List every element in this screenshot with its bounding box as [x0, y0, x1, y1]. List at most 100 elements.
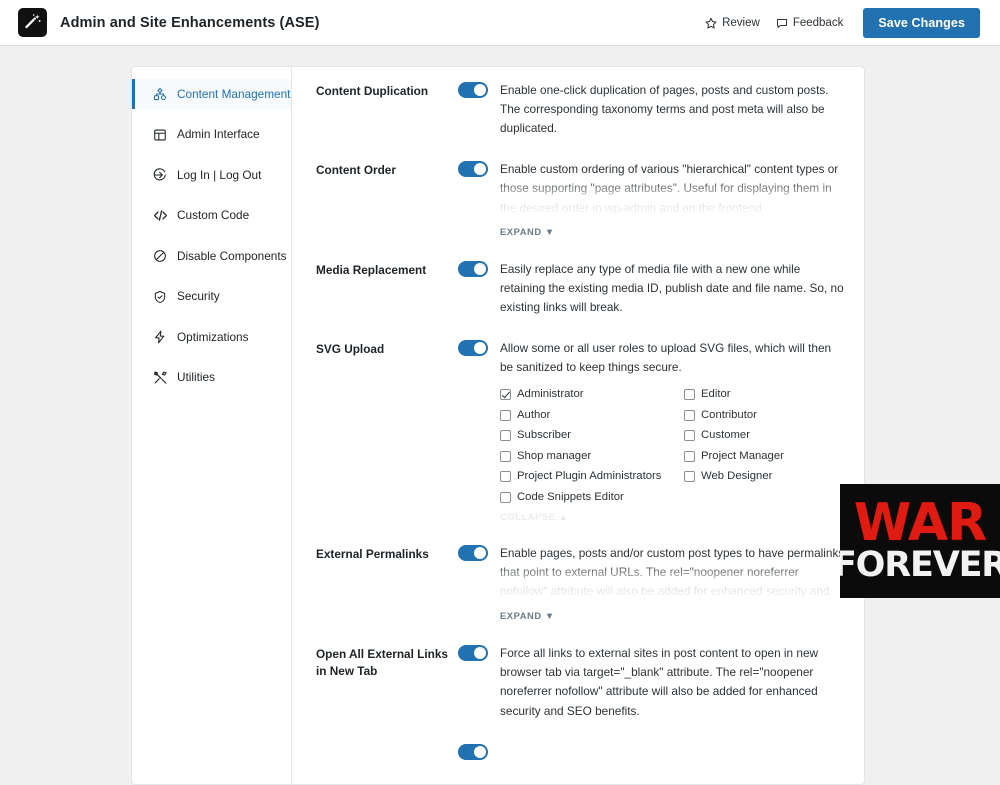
- settings-list: Content Duplication Enable one-click dup…: [292, 67, 864, 784]
- setting-label: Media Replacement: [316, 262, 427, 277]
- sidebar-item-label: Optimizations: [177, 329, 249, 344]
- role-label: Subscriber: [517, 429, 571, 442]
- role-checkbox-shop-manager[interactable]: Shop manager: [500, 448, 684, 466]
- role-checkbox-author[interactable]: Author: [500, 407, 684, 425]
- setting-description: Enable pages, posts and/or custom post t…: [500, 544, 846, 603]
- expand-link-external-permalinks[interactable]: EXPAND ▼: [500, 610, 555, 621]
- checkbox-icon[interactable]: [684, 409, 695, 421]
- checkbox-icon[interactable]: [500, 409, 511, 421]
- role-label: Project Plugin Administrators: [517, 470, 662, 483]
- setting-row-content-duplication: Content Duplication Enable one-click dup…: [316, 81, 846, 138]
- role-label: Shop manager: [517, 449, 592, 462]
- collapse-link-svg-upload[interactable]: COLLAPSE ▲: [500, 511, 846, 522]
- sidebar-item-custom-code[interactable]: Custom Code: [132, 201, 291, 231]
- role-checkbox-project-plugin-administrators[interactable]: Project Plugin Administrators: [500, 468, 684, 486]
- settings-card: Content Management Admin Interface Log I…: [131, 66, 865, 785]
- sidebar-item-label: Log In | Log Out: [177, 167, 262, 182]
- role-checkbox-customer[interactable]: Customer: [684, 427, 846, 445]
- expand-link-content-order[interactable]: EXPAND ▼: [500, 226, 555, 237]
- review-link[interactable]: Review: [705, 17, 760, 29]
- role-checkbox-web-designer[interactable]: Web Designer: [684, 468, 846, 486]
- setting-label: Open All External Links in New Tab: [316, 647, 448, 679]
- page-body: Content Management Admin Interface Log I…: [0, 46, 1000, 785]
- toggle-open-external-links-new-tab[interactable]: [458, 645, 488, 662]
- toggle-partial[interactable]: [458, 743, 488, 760]
- toggle-content-duplication[interactable]: [458, 82, 488, 98]
- app-header: Admin and Site Enhancements (ASE) Review…: [0, 0, 1000, 46]
- setting-description: Easily replace any type of media file wi…: [500, 261, 844, 314]
- setting-label: Content Duplication: [316, 84, 429, 98]
- sidebar-item-log-in-log-out[interactable]: Log In | Log Out: [132, 160, 291, 190]
- checkbox-icon[interactable]: [684, 471, 695, 483]
- role-checkbox-code-snippets-editor[interactable]: Code Snippets Editor: [500, 489, 684, 507]
- checkbox-icon[interactable]: [684, 389, 695, 401]
- checkbox-icon[interactable]: [500, 389, 511, 401]
- role-checkbox-subscriber[interactable]: Subscriber: [500, 427, 684, 445]
- role-label: Administrator: [517, 388, 584, 401]
- role-checkbox-editor[interactable]: Editor: [684, 386, 846, 404]
- role-label: Author: [517, 408, 551, 421]
- sidebar-item-disable-components[interactable]: Disable Components: [132, 241, 291, 271]
- overlay-line-forever: FOREVER: [840, 544, 1000, 585]
- setting-row-open-external-links-new-tab: Open All External Links in New Tab Force…: [316, 644, 846, 720]
- setting-label: External Permalinks: [316, 547, 429, 562]
- role-label: Project Manager: [701, 449, 784, 462]
- toggle-media-replacement[interactable]: [458, 260, 488, 277]
- role-label: Contributor: [701, 408, 757, 421]
- setting-description: Enable custom ordering of various "hiera…: [500, 160, 846, 218]
- role-checkbox-contributor[interactable]: Contributor: [684, 407, 846, 425]
- speech-bubble-icon: [776, 17, 788, 29]
- checkbox-icon[interactable]: [500, 471, 511, 483]
- sidebar-item-label: Utilities: [177, 370, 216, 385]
- layout-grid-icon: [152, 127, 168, 143]
- toggle-external-permalinks[interactable]: [458, 545, 488, 562]
- crossed-tools-icon: [152, 370, 168, 386]
- setting-description: Enable one-click duplication of pages, p…: [500, 83, 829, 136]
- sidebar-item-label: Content Management: [177, 86, 291, 101]
- setting-label: Content Order: [316, 163, 396, 178]
- role-checkbox-project-manager[interactable]: Project Manager: [684, 448, 846, 466]
- lightning-bolt-icon: [152, 329, 168, 345]
- setting-row-external-permalinks: External Permalinks Enable pages, posts …: [316, 544, 846, 622]
- sidebar-item-label: Disable Components: [177, 248, 287, 263]
- setting-row-partial: [316, 743, 846, 762]
- sidebar-item-content-management[interactable]: Content Management: [132, 79, 291, 109]
- role-checkbox-administrator[interactable]: Administrator: [500, 386, 684, 404]
- star-icon: [705, 17, 717, 29]
- feedback-link[interactable]: Feedback: [776, 16, 844, 29]
- setting-row-content-order: Content Order Enable custom ordering of …: [316, 160, 846, 237]
- setting-label: SVG Upload: [316, 341, 385, 356]
- setting-row-svg-upload: SVG Upload Allow some or all user roles …: [316, 339, 846, 522]
- sidebar-item-security[interactable]: Security: [132, 282, 291, 312]
- sidebar-item-label: Custom Code: [177, 208, 250, 223]
- settings-sidebar: Content Management Admin Interface Log I…: [132, 67, 292, 784]
- sidebar-item-optimizations[interactable]: Optimizations: [132, 322, 291, 352]
- setting-row-media-replacement: Media Replacement Easily replace any typ…: [316, 260, 846, 317]
- checkbox-icon[interactable]: [684, 430, 695, 442]
- sidebar-item-label: Security: [177, 289, 220, 304]
- sidebar-item-label: Admin Interface: [177, 127, 260, 142]
- toggle-content-order[interactable]: [458, 161, 488, 178]
- checkbox-icon[interactable]: [684, 450, 695, 462]
- feedback-label: Feedback: [792, 16, 844, 29]
- sidebar-item-utilities[interactable]: Utilities: [132, 363, 291, 393]
- setting-description: Force all links to external sites in pos…: [500, 646, 819, 718]
- role-label: Customer: [701, 429, 750, 442]
- checkbox-icon[interactable]: [500, 430, 511, 442]
- checkbox-icon[interactable]: [500, 450, 511, 462]
- checkbox-icon[interactable]: [500, 491, 511, 503]
- sitemap-icon: [152, 86, 168, 102]
- magic-wand-icon: [18, 8, 47, 37]
- toggle-svg-upload[interactable]: [458, 339, 488, 356]
- svg-role-checkbox-grid: Administrator Editor Author Contributor …: [500, 386, 846, 522]
- code-brackets-icon: [152, 208, 168, 224]
- no-entry-icon: [152, 248, 168, 264]
- role-label: Code Snippets Editor: [517, 490, 624, 503]
- save-changes-button[interactable]: Save Changes: [863, 7, 980, 38]
- role-label: Editor: [701, 388, 731, 401]
- sidebar-item-admin-interface[interactable]: Admin Interface: [132, 120, 291, 150]
- header-actions: Review Feedback Save Changes: [705, 7, 980, 38]
- role-label: Web Designer: [701, 470, 773, 483]
- setting-description: [500, 743, 846, 762]
- shield-check-icon: [152, 289, 168, 305]
